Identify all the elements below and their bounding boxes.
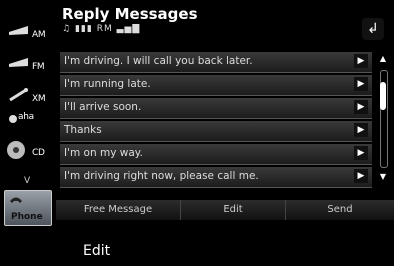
source-sidebar: AM FM XM aha CD V Phone (0, 0, 54, 236)
phone-label: Phone (11, 212, 43, 222)
message-text: I'm running late. (64, 78, 151, 90)
satellite-xm-icon (9, 88, 28, 102)
message-text: I'm driving right now, please call me. (64, 170, 259, 182)
list-item[interactable]: I'm driving. I will call you back later.… (60, 52, 372, 73)
chevron-down-icon: V (24, 176, 30, 186)
sidebar-item-cd[interactable]: CD (2, 138, 52, 166)
status-bar: ♫ ▮▮▮ RM ▃▅▇ (62, 24, 140, 34)
reply-messages-panel: Reply Messages ♫ ▮▮▮ RM ▃▅▇ ↲ I'm drivin… (56, 0, 394, 200)
caption-label: Edit (83, 243, 111, 259)
sidebar-item-label: AM (32, 30, 46, 40)
message-text: Thanks (64, 124, 102, 136)
sidebar-item-xm[interactable]: XM (2, 82, 52, 110)
radio-am-icon (9, 26, 28, 35)
edit-button[interactable]: Edit (181, 200, 286, 220)
status-text: RM (96, 24, 113, 34)
back-button[interactable]: ↲ (362, 18, 384, 40)
scroll-thumb[interactable] (380, 82, 386, 110)
play-icon[interactable]: ▶ (354, 169, 368, 183)
message-text: I'm driving. I will call you back later. (64, 55, 253, 67)
play-icon[interactable]: ▶ (354, 77, 368, 91)
play-icon[interactable]: ▶ (354, 146, 368, 160)
list-item[interactable]: I'll arrive soon. ▶ (60, 98, 372, 119)
bottom-action-bar: Free Message Edit Send (56, 200, 394, 220)
scroll-down-icon[interactable]: ▼ (377, 172, 389, 182)
sidebar-item-label: XM (32, 94, 46, 104)
list-item[interactable]: I'm driving right now, please call me. ▶ (60, 167, 372, 188)
message-text: I'm on my way. (64, 147, 143, 159)
list-item[interactable]: I'm on my way. ▶ (60, 144, 372, 165)
message-text: I'll arrive soon. (64, 101, 142, 113)
sidebar-item-label: FM (32, 62, 45, 72)
battery-icon: ▮▮▮ (74, 24, 93, 34)
sidebar-item-label: aha (18, 112, 34, 122)
page-title: Reply Messages (62, 5, 198, 23)
scroll-up-icon[interactable]: ▲ (377, 54, 389, 64)
sidebar-item-aha[interactable]: aha (2, 108, 52, 136)
list-item[interactable]: I'm running late. ▶ (60, 75, 372, 96)
back-icon: ↲ (367, 21, 379, 37)
sidebar-item-phone[interactable]: Phone (4, 190, 52, 226)
sidebar-item-label: CD (32, 148, 45, 158)
free-message-button[interactable]: Free Message (56, 200, 181, 220)
bluetooth-icon: ♫ (62, 24, 72, 34)
sidebar-item-fm[interactable]: FM (2, 50, 52, 78)
scrollbar[interactable]: ▲ ▼ (374, 52, 392, 184)
cd-icon (7, 141, 25, 159)
radio-fm-icon (9, 58, 28, 67)
signal-icon: ▃▅▇ (116, 24, 141, 34)
send-button[interactable]: Send (286, 200, 394, 220)
list-item[interactable]: Thanks ▶ (60, 121, 372, 142)
play-icon[interactable]: ▶ (354, 123, 368, 137)
sidebar-item-am[interactable]: AM (2, 18, 52, 46)
phone-icon (10, 197, 22, 203)
play-icon[interactable]: ▶ (354, 54, 368, 68)
aha-icon (9, 115, 17, 123)
play-icon[interactable]: ▶ (354, 100, 368, 114)
message-list: I'm driving. I will call you back later.… (60, 52, 372, 190)
